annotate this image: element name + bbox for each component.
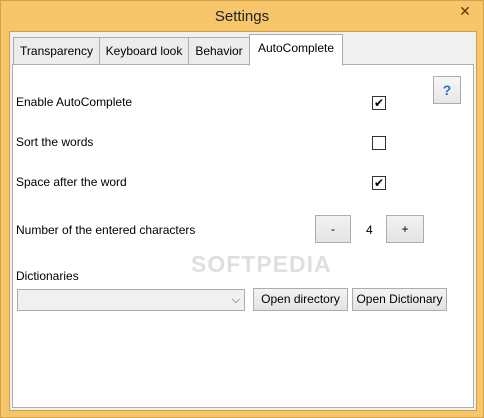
enable-autocomplete-checkbox[interactable]: ✔ — [372, 96, 386, 110]
watermark: SOFTPEDIA — [191, 251, 332, 277]
client-area: Transparency Keyboard look Behavior Auto… — [9, 31, 477, 411]
help-icon[interactable]: ? — [433, 76, 461, 104]
tab-transparency[interactable]: Transparency — [13, 37, 100, 64]
enable-autocomplete-label: Enable AutoComplete — [16, 95, 133, 109]
title-bar[interactable]: Settings ✕ — [1, 1, 483, 31]
open-dictionary-button[interactable]: Open Dictionary — [352, 288, 447, 311]
dictionaries-label: Dictionaries — [16, 269, 79, 283]
entered-characters-label: Number of the entered characters — [16, 223, 196, 237]
autocomplete-panel: ? Enable AutoComplete ✔ Sort the words S… — [12, 64, 474, 408]
characters-count: 4 — [366, 223, 373, 237]
sort-words-label: Sort the words — [16, 135, 94, 149]
tab-keyboard-look[interactable]: Keyboard look — [99, 37, 189, 64]
close-icon[interactable]: ✕ — [453, 2, 477, 20]
chevron-down-icon: ⌵ — [231, 294, 240, 306]
open-directory-button[interactable]: Open directory — [253, 288, 348, 311]
space-after-word-checkbox[interactable]: ✔ — [372, 176, 386, 190]
increment-button[interactable]: + — [386, 215, 424, 243]
decrement-button[interactable]: - — [315, 215, 351, 243]
settings-window: Settings ✕ Transparency Keyboard look Be… — [0, 0, 484, 418]
tab-autocomplete[interactable]: AutoComplete — [249, 34, 343, 66]
tab-behavior[interactable]: Behavior — [188, 37, 250, 64]
window-title: Settings — [214, 8, 270, 25]
sort-words-checkbox[interactable] — [372, 136, 386, 150]
space-after-word-label: Space after the word — [16, 175, 127, 189]
dictionary-select[interactable]: ⌵ — [17, 289, 245, 311]
